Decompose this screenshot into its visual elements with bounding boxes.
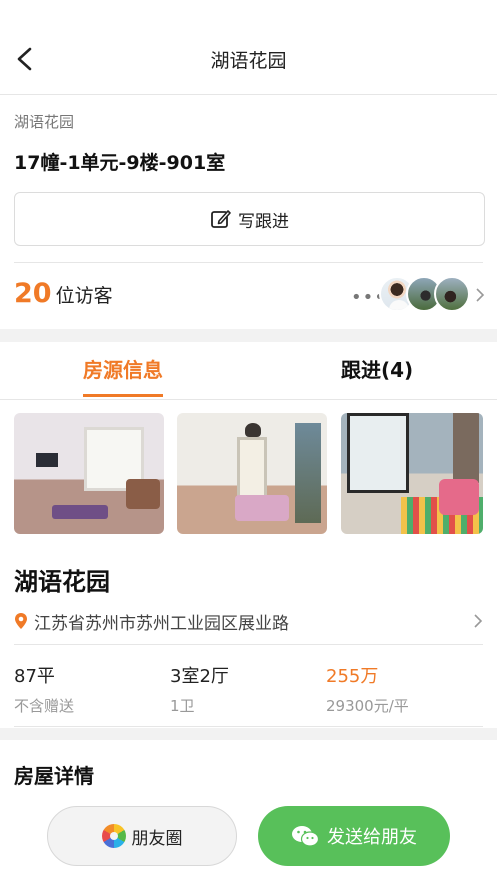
listing-photo-3[interactable] — [341, 413, 483, 534]
share-moments-label: 朋友圈 — [131, 828, 183, 849]
page-title: 湖语花园 — [210, 50, 287, 72]
send-to-friend-button[interactable]: 发送给朋友 — [258, 806, 450, 866]
tab-bar: 房源信息 跟进(4) — [0, 342, 497, 400]
chevron-right-icon[interactable] — [475, 287, 485, 303]
write-follow-up-label: 写跟进 — [238, 211, 289, 232]
stat-area: 87平 不含赠送 — [14, 662, 74, 716]
unit-title: 17幢-1单元-9楼-901室 — [14, 152, 226, 174]
moments-icon — [101, 824, 126, 848]
visitor-count-label: 位访客 — [55, 285, 113, 307]
nav-bar: 湖语花园 — [0, 0, 497, 95]
listing-photo-2[interactable] — [177, 413, 327, 534]
section-separator — [0, 728, 497, 740]
visitor-count-number: 20 — [14, 278, 52, 309]
stat-layout: 3室2厅 1卫 — [170, 662, 229, 716]
stat-price-sub: 29300元/平 — [326, 697, 409, 715]
send-to-friend-label: 发送给朋友 — [327, 827, 417, 848]
stat-price-value: 255万 — [326, 666, 379, 687]
divider — [14, 726, 483, 727]
visitor-count[interactable]: 20 位访客 — [14, 278, 113, 309]
listing-name: 湖语花园 — [14, 568, 110, 596]
divider — [14, 262, 483, 263]
address-row[interactable]: 江苏省苏州市苏州工业园区展业路 — [14, 606, 483, 636]
avatar — [434, 276, 470, 312]
stat-area-value: 87平 — [14, 666, 55, 687]
stat-price: 255万 29300元/平 — [326, 662, 409, 716]
visitor-avatars[interactable] — [379, 276, 471, 312]
wechat-icon — [292, 826, 319, 847]
section-separator — [0, 329, 497, 342]
house-details-title: 房屋详情 — [14, 764, 94, 788]
edit-icon — [211, 210, 231, 228]
tab-listing-info[interactable]: 房源信息 — [83, 354, 163, 397]
stat-layout-sub: 1卫 — [170, 697, 195, 715]
chevron-right-icon — [474, 614, 483, 628]
share-moments-button[interactable]: 朋友圈 — [47, 806, 237, 866]
location-pin-icon — [15, 613, 27, 629]
community-name: 湖语花园 — [14, 113, 75, 131]
listing-photo-1[interactable] — [14, 413, 164, 534]
stat-area-sub: 不含赠送 — [14, 697, 75, 715]
write-follow-up-button[interactable]: 写跟进 — [14, 192, 485, 246]
divider — [14, 644, 483, 645]
stat-layout-value: 3室2厅 — [170, 666, 229, 687]
address-text: 江苏省苏州市苏州工业园区展业路 — [34, 613, 289, 634]
tab-follow-ups[interactable]: 跟进(4) — [341, 354, 413, 383]
